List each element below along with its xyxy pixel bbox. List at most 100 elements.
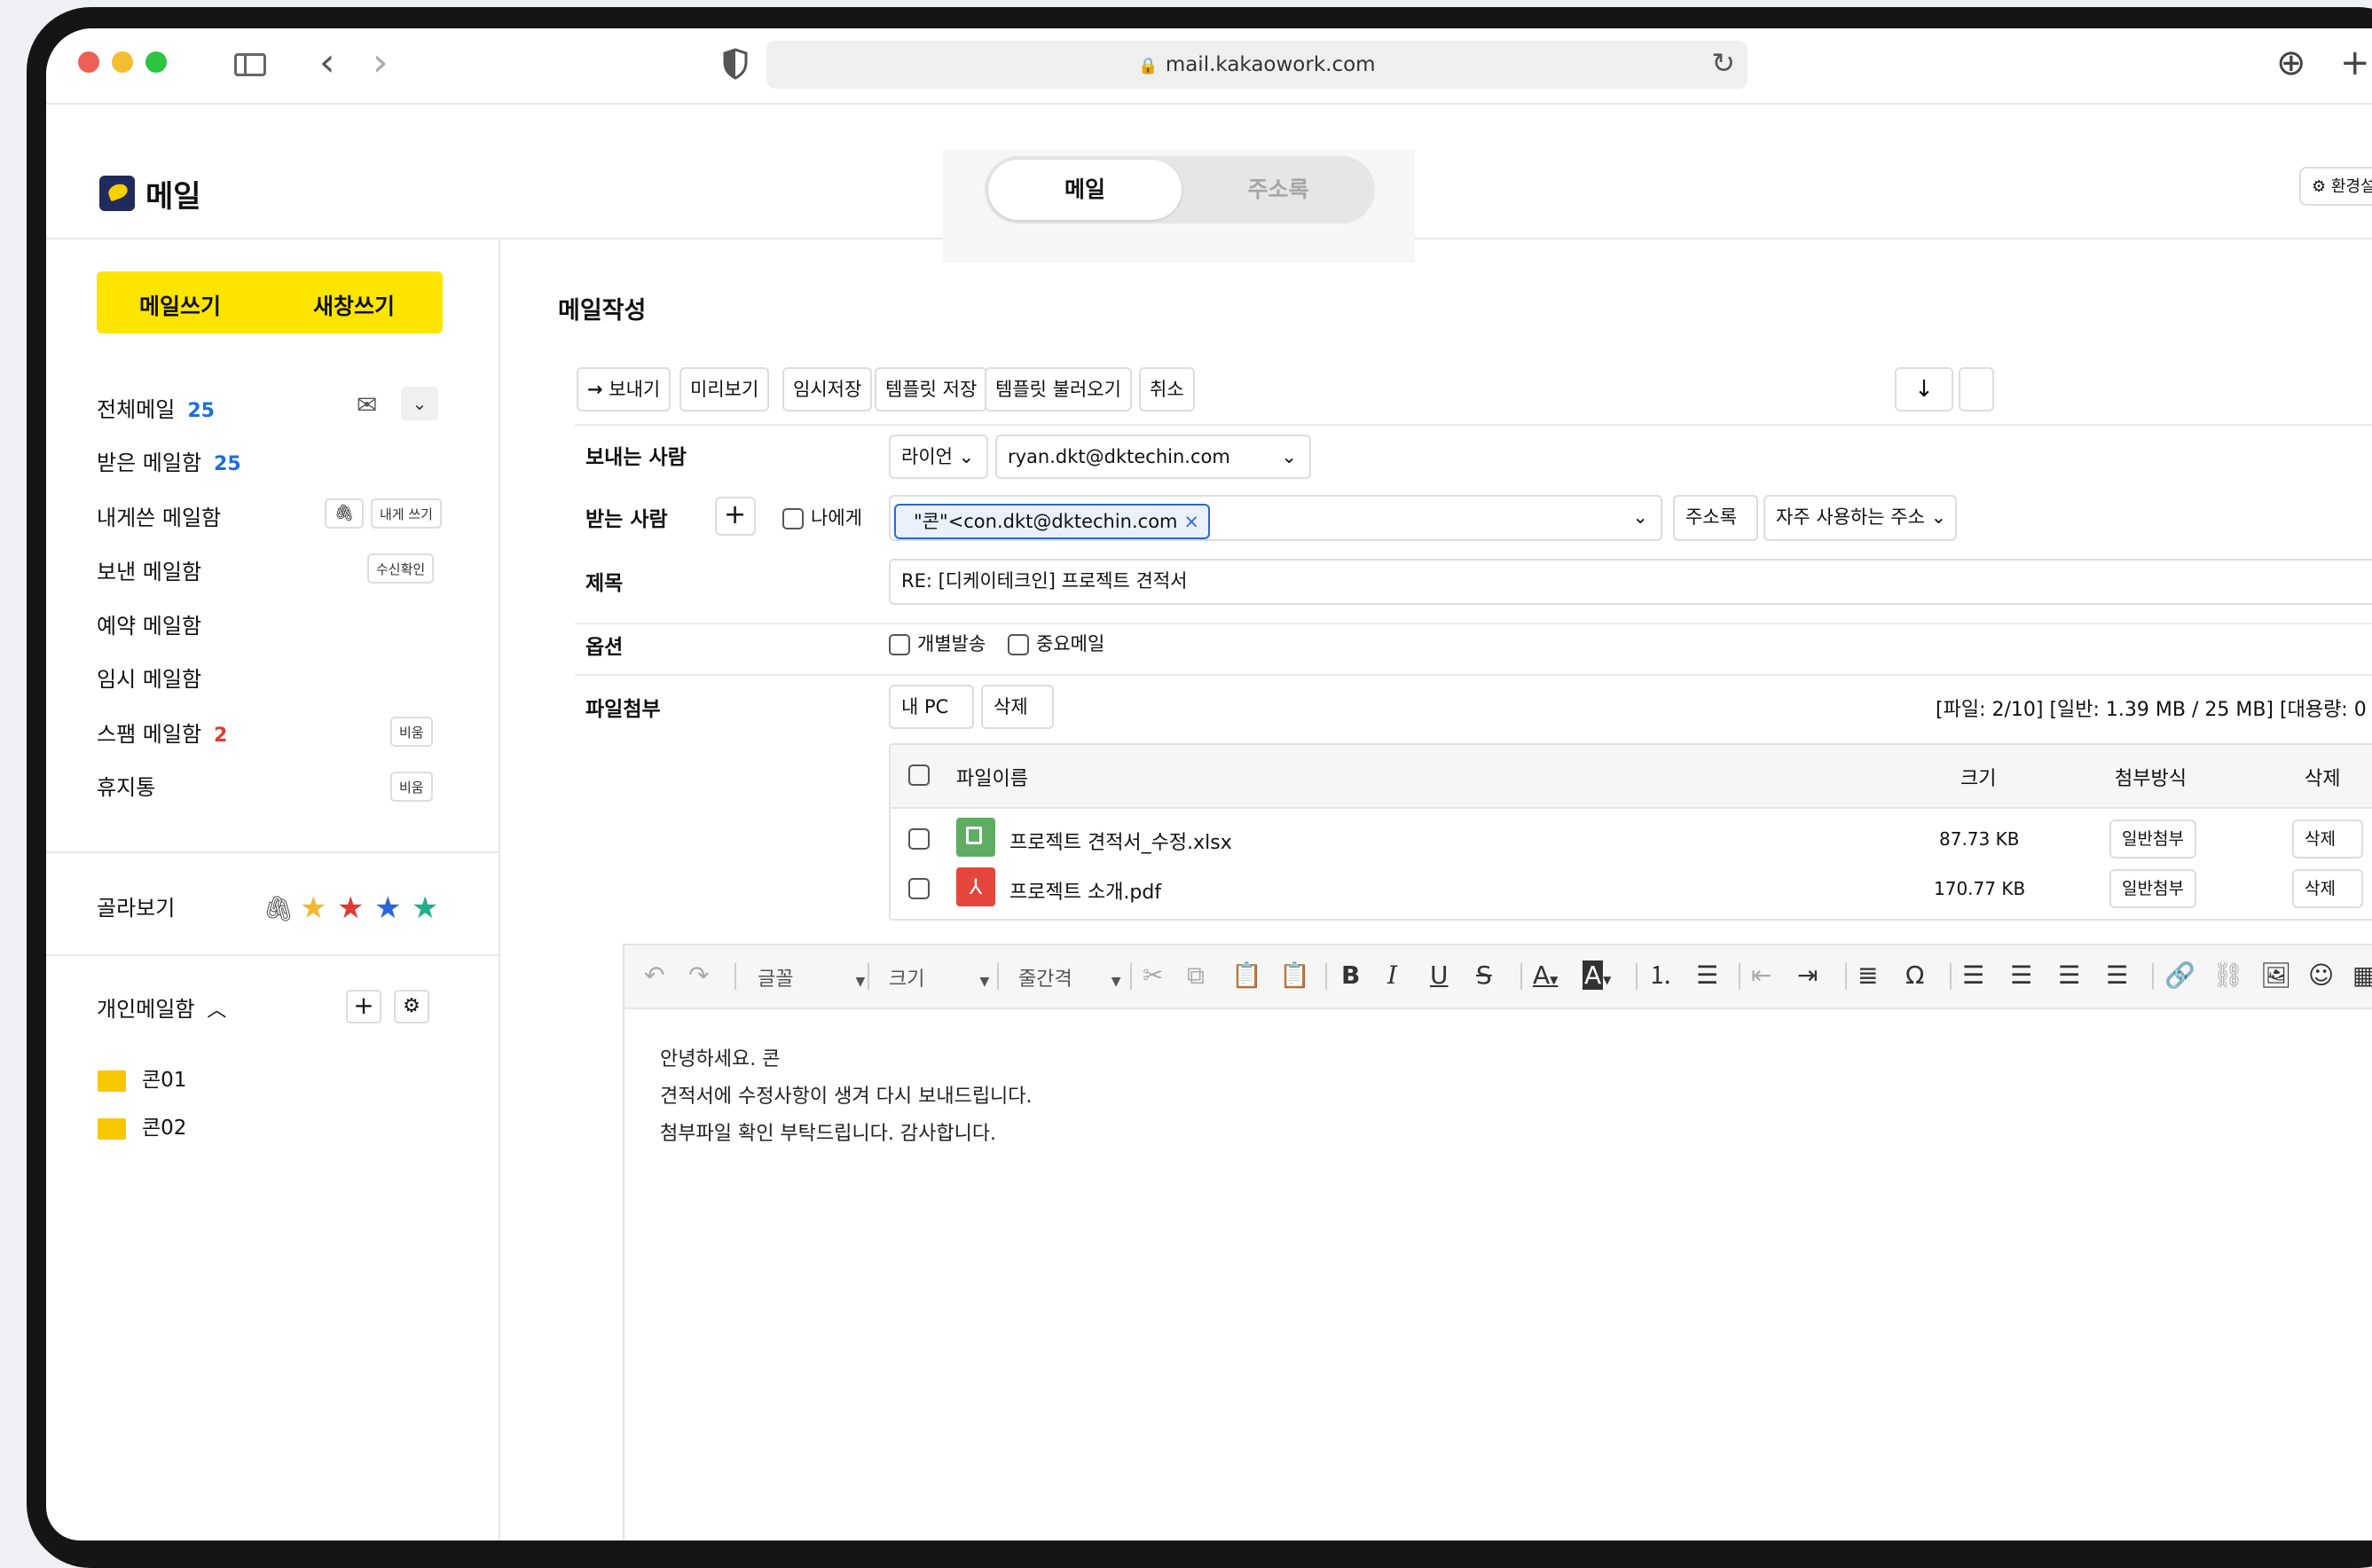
to-self-checkbox[interactable]: 나에게	[782, 504, 862, 530]
checkbox[interactable]	[782, 508, 804, 529]
attachment-filter-icon[interactable]: 🖇	[263, 894, 295, 923]
line-height-select[interactable]: 줄간격 ▼	[1018, 963, 1121, 992]
back-arrow-icon[interactable]: ‹	[319, 41, 335, 85]
body-line[interactable]: 견적서에 수정사항이 생겨 다시 보내드립니다.	[660, 1080, 1033, 1109]
folder-to-me[interactable]: 내게쓴 메일함	[97, 500, 221, 531]
send-button[interactable]: → 보내기	[577, 367, 672, 412]
subject-input[interactable]: RE: [디케이테크인] 프로젝트 견적서	[889, 559, 2372, 605]
delete-file-button[interactable]: 삭제	[2292, 869, 2363, 908]
forward-arrow-icon[interactable]: ›	[373, 41, 389, 85]
maximize-window-button[interactable]	[145, 51, 167, 73]
horizontal-rule-icon[interactable]: ≣	[1858, 961, 1878, 990]
add-recipient-button[interactable]: +	[715, 497, 756, 536]
important-mail-checkbox[interactable]: 중요메일	[1008, 630, 1104, 656]
sidebar-toggle-icon[interactable]	[234, 53, 266, 76]
file-row-checkbox[interactable]	[908, 828, 930, 850]
folder-scheduled[interactable]: 예약 메일함	[97, 608, 201, 639]
address-book-button[interactable]: 주소록	[1673, 495, 1758, 541]
body-line[interactable]: 안녕하세요. 콘	[660, 1043, 780, 1071]
font-color-icon[interactable]: A▼	[1533, 961, 1558, 994]
unlink-icon[interactable]: ⛓	[2212, 961, 2244, 990]
preview-button[interactable]: 미리보기	[679, 367, 770, 412]
chevron-down-icon[interactable]: ⌄	[401, 387, 438, 420]
link-icon[interactable]: 🔗	[2164, 961, 2195, 990]
folder-sent[interactable]: 보낸 메일함	[97, 554, 201, 585]
sender-email-select[interactable]: ryan.dkt@dktechin.com ⌄	[995, 435, 1311, 479]
blue-star-icon[interactable]: ★	[374, 890, 401, 926]
body-line[interactable]: 첨부파일 확인 부탁드립니다. 감사합니다.	[660, 1117, 996, 1146]
strikethrough-icon[interactable]: S	[1476, 961, 1492, 990]
folder-all-mail[interactable]: 전체메일 25	[97, 392, 215, 423]
read-receipt-button[interactable]: 수신확인	[367, 553, 435, 584]
font-size-select[interactable]: 크기 ▼	[889, 963, 989, 992]
undo-icon[interactable]: ↶	[644, 961, 664, 990]
font-select[interactable]: 글꼴 ▼	[758, 963, 865, 992]
personal-folder-item[interactable]: 콘01	[98, 1062, 186, 1093]
paste-icon[interactable]: 📋	[1231, 961, 1262, 990]
empty-trash-button[interactable]: 비움	[390, 772, 433, 802]
arrow-down-icon[interactable]: ↓	[1895, 367, 1953, 412]
close-window-button[interactable]	[78, 51, 99, 73]
download-icon[interactable]: ⊕	[2276, 43, 2306, 83]
file-row-checkbox[interactable]	[908, 878, 930, 899]
frequent-addresses-select[interactable]: 자주 사용하는 주소 ⌄	[1763, 495, 1957, 541]
save-draft-button[interactable]: 임시저장	[782, 367, 873, 412]
folder-trash[interactable]: 휴지통	[97, 770, 155, 801]
attach-method-button[interactable]: 일반첨부	[2109, 869, 2196, 908]
copy-icon[interactable]: ⧉	[1187, 961, 1205, 990]
folder-settings-button[interactable]: ⚙	[394, 990, 429, 1023]
delete-file-button[interactable]: 삭제	[2292, 819, 2363, 858]
red-star-icon[interactable]: ★	[337, 890, 364, 926]
image-icon[interactable]: 🖼	[2260, 961, 2292, 990]
paste-text-icon[interactable]: 📋	[1279, 961, 1310, 990]
compose-new-window-button[interactable]: 새창쓰기	[313, 289, 395, 321]
paperclip-icon[interactable]: 🖇	[325, 498, 364, 529]
yellow-star-icon[interactable]: ★	[300, 890, 326, 926]
folder-spam[interactable]: 스팸 메일함 2	[97, 717, 227, 748]
tab-contacts[interactable]: 주소록	[1182, 160, 1375, 220]
compose-button[interactable]: 메일쓰기	[139, 289, 221, 321]
recipient-chip[interactable]: "콘"<con.dkt@dktechin.com ×	[894, 504, 1210, 539]
bullet-list-icon[interactable]: ☰	[1696, 961, 1718, 990]
personal-folder-item[interactable]: 콘02	[98, 1110, 186, 1141]
minimize-window-button[interactable]	[112, 51, 133, 73]
sender-name-select[interactable]: 라이언 ⌄	[889, 435, 988, 479]
select-all-checkbox[interactable]	[908, 764, 930, 786]
add-folder-button[interactable]: +	[346, 990, 381, 1023]
attach-mypc-button[interactable]: 내 PC	[889, 685, 974, 729]
table-icon[interactable]: ▦▼	[2352, 961, 2372, 994]
toolbar-extra-button[interactable]	[1959, 367, 1994, 412]
new-tab-icon[interactable]: +	[2340, 43, 2370, 83]
attach-delete-button[interactable]: 삭제	[981, 685, 1054, 729]
align-justify-icon[interactable]: ☰	[2106, 961, 2128, 990]
save-template-button[interactable]: 템플릿 저장	[875, 367, 988, 412]
cancel-button[interactable]: 취소	[1139, 367, 1195, 412]
reload-icon[interactable]: ↻	[1711, 46, 1735, 80]
folder-inbox[interactable]: 받은 메일함 25	[97, 445, 241, 476]
empty-spam-button[interactable]: 비움	[390, 717, 433, 747]
load-template-button[interactable]: 템플릿 불러오기	[985, 367, 1132, 412]
cut-icon[interactable]: ✂	[1143, 961, 1163, 990]
attach-method-button[interactable]: 일반첨부	[2109, 819, 2196, 858]
align-left-icon[interactable]: ☰	[1962, 961, 1984, 990]
numbered-list-icon[interactable]: ⒈	[1648, 961, 1673, 990]
align-right-icon[interactable]: ☰	[2058, 961, 2080, 990]
write-to-me-button[interactable]: 내게 쓰기	[371, 498, 442, 529]
italic-icon[interactable]: I	[1387, 961, 1397, 990]
shield-icon[interactable]	[722, 48, 749, 80]
remove-recipient-icon[interactable]: ×	[1183, 506, 1199, 537]
background-color-icon[interactable]: A ▼	[1583, 960, 1611, 994]
underline-icon[interactable]: U	[1430, 961, 1449, 990]
folder-drafts[interactable]: 임시 메일함	[97, 662, 201, 693]
envelope-icon[interactable]: ✉	[357, 390, 377, 419]
align-center-icon[interactable]: ☰	[2010, 961, 2032, 990]
individual-send-checkbox[interactable]: 개별발송	[889, 630, 986, 656]
special-character-icon[interactable]: Ω	[1905, 961, 1924, 990]
bold-icon[interactable]: B	[1341, 961, 1360, 990]
personal-mailbox-toggle[interactable]: 개인메일함 ︿	[97, 992, 226, 1023]
checkbox[interactable]	[889, 634, 910, 655]
indent-icon[interactable]: ⇥	[1797, 961, 1818, 990]
checkbox[interactable]	[1008, 634, 1029, 655]
emoji-icon[interactable]: ☺	[2308, 961, 2334, 990]
tab-mail[interactable]: 메일	[988, 160, 1182, 220]
